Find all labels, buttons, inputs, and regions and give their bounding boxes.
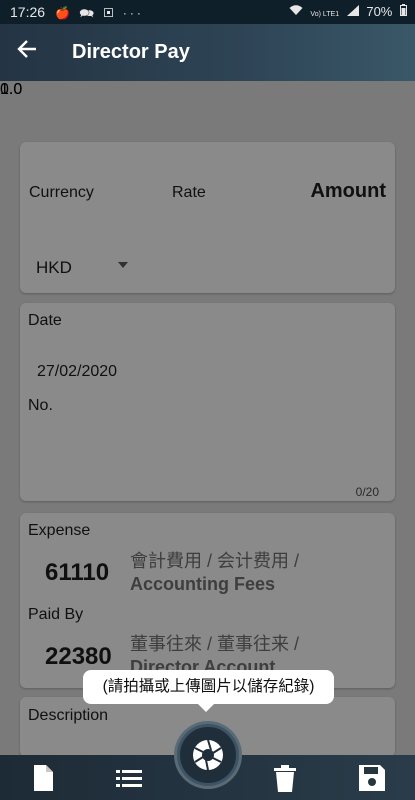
list-button[interactable] bbox=[114, 763, 144, 793]
arrow-left-icon bbox=[17, 40, 36, 58]
camera-button[interactable] bbox=[177, 724, 239, 786]
description-label: Description bbox=[28, 707, 109, 724]
signal-label: Vo) LTE1 bbox=[310, 11, 340, 18]
amount-card: Currency Rate Amount HKD bbox=[20, 142, 395, 293]
tooltip-arrow bbox=[197, 703, 215, 712]
date-label: Date bbox=[28, 312, 62, 329]
status-right: Vo) LTE1 70% bbox=[285, 4, 407, 19]
trash-icon bbox=[274, 765, 296, 792]
currency-select[interactable]: HKD bbox=[36, 258, 72, 278]
save-button[interactable] bbox=[357, 763, 387, 793]
camera-shutter-icon bbox=[193, 739, 223, 771]
list-icon bbox=[116, 770, 142, 787]
character-counter: 0/20 bbox=[355, 485, 379, 499]
status-time: 17:26 bbox=[10, 4, 46, 20]
status-bar: 17:26 🍎 🗪 ▣ ··· Vo) LTE1 70% bbox=[0, 0, 415, 24]
expense-description[interactable]: 會計費用 / 会计费用 / Accounting Fees bbox=[130, 550, 390, 596]
back-button[interactable] bbox=[16, 38, 38, 66]
wifi-icon bbox=[289, 4, 307, 19]
date-card: Date 27/02/2020 No. 0/20 bbox=[20, 303, 395, 501]
page-title: Director Pay bbox=[72, 41, 190, 63]
expense-desc-zh: 會計費用 / 会计费用 / bbox=[130, 551, 300, 571]
expense-label: Expense bbox=[28, 522, 91, 539]
paid-by-desc-zh: 董事往來 / 董事往来 / bbox=[130, 634, 300, 654]
rate-label: Rate bbox=[172, 184, 206, 201]
photo-hint-tooltip: (請拍攝或上傳圖片以儲存紀錄) bbox=[83, 670, 334, 704]
delete-button[interactable] bbox=[270, 763, 300, 793]
date-field[interactable]: 27/02/2020 bbox=[37, 363, 117, 381]
notification-icons: 🍎 🗪 ▣ ··· bbox=[55, 6, 144, 20]
currency-label: Currency bbox=[29, 184, 94, 201]
amount-input[interactable]: 0.0 bbox=[0, 81, 22, 99]
account-card: Expense 61110 會計費用 / 会计费用 / Accounting F… bbox=[20, 513, 395, 688]
signal-icon bbox=[346, 4, 363, 19]
chevron-down-icon[interactable] bbox=[118, 262, 128, 268]
amount-label: Amount bbox=[310, 180, 386, 202]
app-bar: Director Pay bbox=[0, 24, 415, 81]
paid-by-label: Paid By bbox=[28, 606, 84, 623]
new-document-button[interactable] bbox=[28, 763, 58, 793]
expense-desc-en: Accounting Fees bbox=[130, 574, 276, 594]
form-content: Currency Rate Amount HKD 1.0 0.0 Date 27… bbox=[0, 81, 415, 757]
expense-code[interactable]: 61110 bbox=[45, 559, 109, 587]
paid-by-code[interactable]: 22380 bbox=[45, 643, 112, 671]
document-icon bbox=[34, 765, 53, 791]
save-icon bbox=[359, 765, 385, 791]
battery-icon bbox=[400, 4, 407, 19]
battery-label: 70% bbox=[366, 4, 393, 19]
no-field-label[interactable]: No. bbox=[28, 397, 53, 415]
